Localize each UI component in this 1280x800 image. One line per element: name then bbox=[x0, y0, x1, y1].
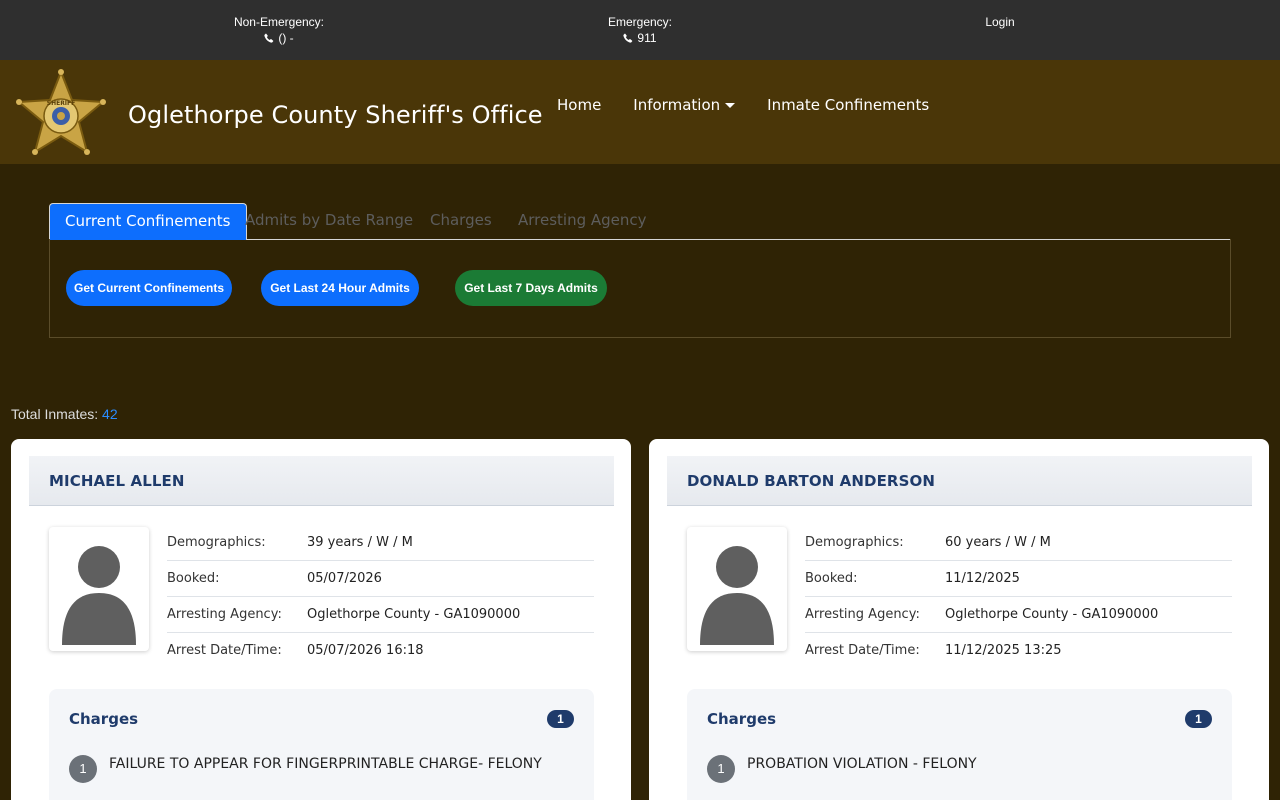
non-emergency-label: Non-Emergency: bbox=[233, 15, 325, 29]
get-current-confinements-button[interactable]: Get Current Confinements bbox=[66, 270, 232, 306]
tab-current-confinements[interactable]: Current Confinements bbox=[49, 203, 247, 240]
inmate-card-header: MICHAEL ALLEN bbox=[29, 456, 614, 506]
emergency-number: 911 bbox=[637, 31, 657, 45]
tab-bar: Current Confinements Admits by Date Rang… bbox=[49, 203, 1231, 240]
charges-section: Charges 1 1 PROBATION VIOLATION - FELONY bbox=[687, 689, 1232, 800]
demographics-value: 39 years / W / M bbox=[307, 535, 413, 550]
phone-icon bbox=[623, 33, 633, 43]
tab-charges[interactable]: Charges bbox=[430, 203, 492, 240]
inmate-details: Demographics: 39 years / W / M Booked: 0… bbox=[167, 525, 594, 669]
site-header: SHERIFF Oglethorpe County Sheriff's Offi… bbox=[0, 60, 1280, 164]
arrest-date-value: 11/12/2025 13:25 bbox=[945, 643, 1062, 658]
nav-information-label: Information bbox=[633, 96, 721, 114]
inmate-card: MICHAEL ALLEN Demographics: 39 years / W… bbox=[11, 439, 631, 800]
charges-title: Charges bbox=[69, 710, 139, 728]
svg-text:SHERIFF: SHERIFF bbox=[47, 100, 76, 107]
non-emergency-phone[interactable]: () - bbox=[264, 30, 294, 46]
emergency-label: Emergency: bbox=[607, 15, 673, 29]
charges-count-badge: 1 bbox=[547, 710, 574, 728]
tab-arresting-agency[interactable]: Arresting Agency bbox=[518, 203, 647, 240]
tab-admits-by-date-range[interactable]: Admits by Date Range bbox=[245, 203, 413, 240]
charges-count-badge: 1 bbox=[1185, 710, 1212, 728]
get-last-7-days-admits-button[interactable]: Get Last 7 Days Admits bbox=[455, 270, 607, 306]
detail-row-booked: Booked: 05/07/2026 bbox=[167, 561, 594, 597]
demographics-label: Demographics: bbox=[805, 535, 904, 550]
detail-row-arrest-date: Arrest Date/Time: 05/07/2026 16:18 bbox=[167, 633, 594, 669]
inmate-card: DONALD BARTON ANDERSON Demographics: 60 … bbox=[649, 439, 1269, 800]
detail-row-demographics: Demographics: 39 years / W / M bbox=[167, 525, 594, 561]
demographics-value: 60 years / W / M bbox=[945, 535, 1051, 550]
detail-row-arrest-date: Arrest Date/Time: 11/12/2025 13:25 bbox=[805, 633, 1232, 669]
main-nav: Home Information Inmate Confinements bbox=[557, 96, 929, 114]
charge-number-badge: 1 bbox=[69, 755, 97, 783]
booked-label: Booked: bbox=[805, 571, 858, 586]
top-bar: Non-Emergency: () - Emergency: 911 Login bbox=[0, 0, 1280, 60]
total-inmates-count: 42 bbox=[102, 406, 118, 422]
charge-number-badge: 1 bbox=[707, 755, 735, 783]
emergency-phone[interactable]: 911 bbox=[623, 30, 657, 46]
login-link[interactable]: Login bbox=[960, 14, 1040, 30]
inmate-photo-placeholder[interactable] bbox=[49, 527, 149, 651]
arrest-date-label: Arrest Date/Time: bbox=[805, 643, 920, 658]
charges-title: Charges bbox=[707, 710, 777, 728]
arresting-agency-value: Oglethorpe County - GA1090000 bbox=[945, 607, 1159, 622]
charges-section: Charges 1 1 FAILURE TO APPEAR FOR FINGER… bbox=[49, 689, 594, 800]
booked-value: 05/07/2026 bbox=[307, 571, 382, 586]
caret-down-icon bbox=[725, 103, 736, 108]
nav-information[interactable]: Information bbox=[633, 96, 736, 114]
booked-label: Booked: bbox=[167, 571, 220, 586]
tab-content: Get Current Confinements Get Last 24 Hou… bbox=[49, 239, 1231, 338]
detail-row-arresting-agency: Arresting Agency: Oglethorpe County - GA… bbox=[167, 597, 594, 633]
site-title[interactable]: Oglethorpe County Sheriff's Office bbox=[128, 101, 543, 129]
person-silhouette-icon bbox=[700, 546, 774, 645]
inmate-details: Demographics: 60 years / W / M Booked: 1… bbox=[805, 525, 1232, 669]
total-inmates-label: Total Inmates: bbox=[11, 406, 99, 422]
total-inmates: Total Inmates: 42 bbox=[11, 406, 118, 422]
inmate-name[interactable]: MICHAEL ALLEN bbox=[49, 472, 185, 490]
detail-row-demographics: Demographics: 60 years / W / M bbox=[805, 525, 1232, 561]
detail-row-arresting-agency: Arresting Agency: Oglethorpe County - GA… bbox=[805, 597, 1232, 633]
charge-description: PROBATION VIOLATION - FELONY bbox=[747, 756, 977, 772]
sheriff-star-logo[interactable]: SHERIFF bbox=[14, 68, 108, 158]
inmate-card-header: DONALD BARTON ANDERSON bbox=[667, 456, 1252, 506]
detail-row-booked: Booked: 11/12/2025 bbox=[805, 561, 1232, 597]
nav-inmate-confinements[interactable]: Inmate Confinements bbox=[767, 96, 929, 114]
arresting-agency-label: Arresting Agency: bbox=[805, 607, 920, 622]
demographics-label: Demographics: bbox=[167, 535, 266, 550]
non-emergency-number: () - bbox=[278, 31, 294, 45]
charge-description: FAILURE TO APPEAR FOR FINGERPRINTABLE CH… bbox=[109, 756, 542, 772]
nav-home[interactable]: Home bbox=[557, 96, 601, 114]
arrest-date-label: Arrest Date/Time: bbox=[167, 643, 282, 658]
non-emergency-contact: Non-Emergency: () - bbox=[219, 14, 339, 47]
confinements-panel: Current Confinements Admits by Date Rang… bbox=[2, 164, 1278, 406]
inmate-photo-placeholder[interactable] bbox=[687, 527, 787, 651]
person-silhouette-icon bbox=[62, 546, 136, 645]
get-last-24-hour-admits-button[interactable]: Get Last 24 Hour Admits bbox=[261, 270, 419, 306]
emergency-contact: Emergency: 911 bbox=[580, 14, 700, 47]
booked-value: 11/12/2025 bbox=[945, 571, 1020, 586]
arrest-date-value: 05/07/2026 16:18 bbox=[307, 643, 424, 658]
phone-icon bbox=[264, 33, 274, 43]
inmate-name[interactable]: DONALD BARTON ANDERSON bbox=[687, 472, 935, 490]
arresting-agency-value: Oglethorpe County - GA1090000 bbox=[307, 607, 521, 622]
arresting-agency-label: Arresting Agency: bbox=[167, 607, 282, 622]
